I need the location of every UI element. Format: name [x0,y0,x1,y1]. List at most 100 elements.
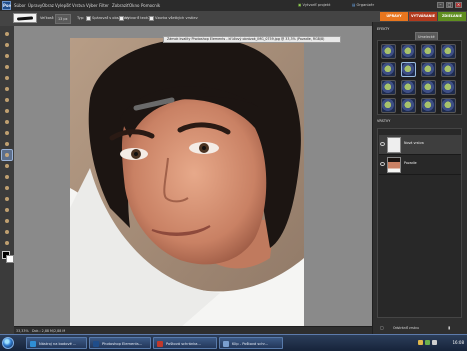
menu-filter[interactable]: Filter [99,2,109,9]
taskbar-item[interactable]: Klip - Poštová schr... [219,337,283,349]
brush-tool-icon[interactable] [2,194,12,204]
magic-wand-tool-icon[interactable] [2,95,12,105]
eye-icon[interactable] [380,142,385,146]
menu-file[interactable]: Súbor [14,2,26,9]
layers-panel-title[interactable]: VRSTVY [377,118,390,125]
menu-image[interactable]: Obraz [42,2,54,9]
effect-thumb[interactable] [401,62,416,77]
menu-view[interactable]: Zobraziť [112,2,129,9]
trash-icon[interactable]: ▮ [448,325,450,330]
tray-icon[interactable] [418,340,423,345]
effect-thumb[interactable] [421,44,436,59]
create-project-button[interactable]: ▣ Vytvoriť projekt [296,2,332,9]
tab-share[interactable]: ZDIEĽANIE [438,12,466,21]
eye-icon[interactable] [380,162,385,166]
size-label: Veľkosť: [40,16,55,20]
red-eye-tool-icon[interactable] [2,139,12,149]
blur-tool-icon[interactable] [2,238,12,248]
hand-tool-icon[interactable] [2,51,12,61]
effect-thumb[interactable] [441,44,456,59]
tab-create[interactable]: VYTVÁRANIE [409,12,437,21]
effect-thumb[interactable] [421,62,436,77]
shape-tool-icon[interactable] [2,227,12,237]
type-proximity-radio[interactable] [86,16,91,21]
clip-icon [223,341,229,347]
move-tool-icon[interactable] [2,29,12,39]
taskbar-item[interactable]: Poštová schránka... [153,337,217,349]
windows-taskbar: Nástroj na bodové ... Photoshop Elements… [0,334,467,351]
eraser-tool-icon[interactable] [2,172,12,182]
effect-thumb[interactable] [421,80,436,95]
browser-icon [30,341,36,347]
effect-thumb[interactable] [441,62,456,77]
layer-thumbnail [387,137,401,153]
menu-enhance[interactable]: Vylepšiť [55,2,71,9]
sample-all-checkbox[interactable] [149,16,154,21]
app-logo: Pse [2,1,11,10]
effect-thumb[interactable] [381,98,396,113]
effect-thumb[interactable] [441,98,456,113]
layer-thumbnail [387,157,401,173]
close-button[interactable]: × [455,2,462,8]
type-texture-radio[interactable] [119,16,124,21]
spot-healing-brush-tool-icon[interactable] [1,149,13,161]
text-tool-icon[interactable] [2,117,12,127]
taskbar-item-label: Klip - Poštová schr... [232,342,269,346]
mode-tabs: ÚPRAVY VYTVÁRANIE ZDIEĽANIE [378,11,467,22]
create-project-label: Vytvoriť projekt [302,3,331,7]
organizer-label: Organizér [356,3,375,7]
effect-thumb[interactable] [401,44,416,59]
effect-thumb[interactable] [421,98,436,113]
effect-thumb[interactable] [401,80,416,95]
effect-thumb[interactable] [441,80,456,95]
layer-row[interactable]: Nová vrstva [379,135,461,155]
document-photo[interactable] [70,38,304,328]
maximize-button[interactable]: □ [446,2,453,8]
taskbar-item-label: Photoshop Elements... [102,342,143,346]
mail-icon [157,341,163,347]
effects-panel-title[interactable]: EFEKTY [377,26,389,33]
tray-icon[interactable] [425,340,430,345]
marquee-tool-icon[interactable] [2,73,12,83]
type-label: Typ: [77,16,85,20]
new-layer-icon[interactable]: ▢ [380,325,384,330]
taskbar-item[interactable]: Photoshop Elements... [89,337,151,349]
toolbox [0,26,15,340]
taskbar-item-label: Nástroj na bodové ... [39,342,77,346]
brush-preview[interactable] [13,13,37,23]
taskbar-clock[interactable]: 16:08 [452,338,464,348]
effect-thumb[interactable] [381,62,396,77]
menu-layer[interactable]: Vrstva [72,2,85,9]
layer-name: Nová vrstva [404,141,424,145]
effect-thumb[interactable] [401,98,416,113]
effect-thumb[interactable] [381,80,396,95]
gradient-tool-icon[interactable] [2,216,12,226]
size-field[interactable]: 13 px [55,14,71,24]
delete-layer-label[interactable]: Odstrániť vrstvu [393,325,419,331]
lasso-tool-icon[interactable] [2,84,12,94]
layer-row[interactable]: Pozadie [379,155,461,175]
clone-stamp-tool-icon[interactable] [2,161,12,171]
paint-bucket-tool-icon[interactable] [2,205,12,215]
start-button[interactable] [2,337,14,349]
tab-edit[interactable]: ÚPRAVY [380,12,408,21]
zoom-tool-icon[interactable] [2,40,12,50]
brush-stroke-icon [16,16,34,21]
selection-brush-tool-icon[interactable] [2,106,12,116]
volume-icon[interactable] [432,340,437,345]
organizer-button[interactable]: ▤ Organizér [350,2,376,9]
crop-tool-icon[interactable] [2,128,12,138]
background-color-swatch[interactable] [6,255,14,263]
menu-window[interactable]: Okno [129,2,139,9]
pencil-tool-icon[interactable] [2,183,12,193]
minimize-button[interactable]: – [437,2,444,8]
menu-help[interactable]: Pomocník [141,2,160,9]
menu-select[interactable]: Výber [86,2,98,9]
eyedropper-tool-icon[interactable] [2,62,12,72]
taskbar-item[interactable]: Nástroj na bodové ... [26,337,87,349]
document-title-bar[interactable]: Zámok kvality Photoshop Elements - kľúčo… [163,36,341,43]
menu-edit[interactable]: Úpravy [28,2,42,9]
effects-panel [377,40,462,115]
layer-name: Pozadie [404,161,417,165]
effect-thumb[interactable] [381,44,396,59]
